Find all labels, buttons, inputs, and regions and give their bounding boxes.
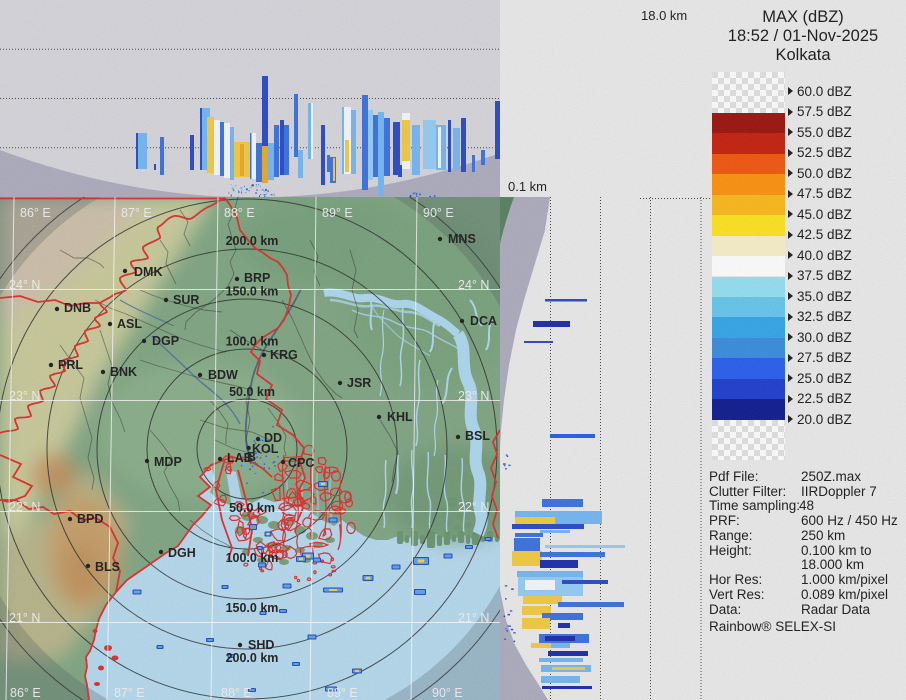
svg-text:87° E: 87° E — [114, 686, 145, 700]
svg-text:KRG: KRG — [270, 348, 298, 362]
svg-text:BRP: BRP — [244, 271, 270, 285]
svg-text:88° E: 88° E — [221, 686, 252, 700]
svg-text:CPC: CPC — [288, 456, 314, 470]
svg-text:87° E: 87° E — [121, 206, 152, 220]
svg-text:88° E: 88° E — [224, 206, 255, 220]
svg-text:BDW: BDW — [208, 368, 238, 382]
svg-text:MNS: MNS — [448, 232, 476, 246]
svg-text:BLS: BLS — [95, 560, 120, 574]
svg-text:200.0 km: 200.0 km — [226, 651, 279, 665]
svg-text:22° N: 22° N — [9, 500, 40, 514]
svg-text:150.0 km: 150.0 km — [226, 601, 279, 615]
svg-text:KHL: KHL — [387, 410, 413, 424]
svg-text:SHD: SHD — [248, 638, 274, 652]
svg-text:21° N: 21° N — [458, 611, 489, 625]
svg-text:SUR: SUR — [173, 293, 199, 307]
svg-text:JSR: JSR — [347, 376, 371, 390]
svg-text:23° N: 23° N — [9, 389, 40, 403]
svg-text:86° E: 86° E — [20, 206, 51, 220]
svg-text:90° E: 90° E — [423, 206, 454, 220]
svg-text:86° E: 86° E — [10, 686, 41, 700]
svg-text:DNB: DNB — [64, 301, 91, 315]
svg-text:DGH: DGH — [168, 546, 196, 560]
svg-text:100.0 km: 100.0 km — [226, 335, 279, 349]
svg-text:24° N: 24° N — [9, 278, 40, 292]
svg-text:24° N: 24° N — [458, 278, 489, 292]
svg-text:BPD: BPD — [77, 512, 103, 526]
svg-text:BNK: BNK — [110, 365, 137, 379]
svg-text:150.0 km: 150.0 km — [226, 285, 279, 299]
svg-text:100.0 km: 100.0 km — [226, 551, 279, 565]
svg-text:DCA: DCA — [470, 314, 497, 328]
svg-text:21° N: 21° N — [9, 611, 40, 625]
svg-text:B: B — [247, 450, 256, 464]
svg-text:DGP: DGP — [152, 334, 179, 348]
svg-text:BSL: BSL — [465, 429, 490, 443]
svg-text:MDP: MDP — [154, 455, 182, 469]
svg-text:89° E: 89° E — [327, 686, 358, 700]
svg-text:50.0 km: 50.0 km — [229, 385, 275, 399]
svg-text:ASL: ASL — [117, 317, 142, 331]
svg-text:90° E: 90° E — [432, 686, 463, 700]
svg-text:200.0 km: 200.0 km — [226, 234, 279, 248]
svg-text:22° N: 22° N — [458, 500, 489, 514]
svg-text:DMK: DMK — [134, 265, 162, 279]
svg-text:PRL: PRL — [58, 358, 83, 372]
svg-text:50.0 km: 50.0 km — [229, 501, 275, 515]
svg-text:89° E: 89° E — [322, 206, 353, 220]
svg-text:23° N: 23° N — [458, 389, 489, 403]
